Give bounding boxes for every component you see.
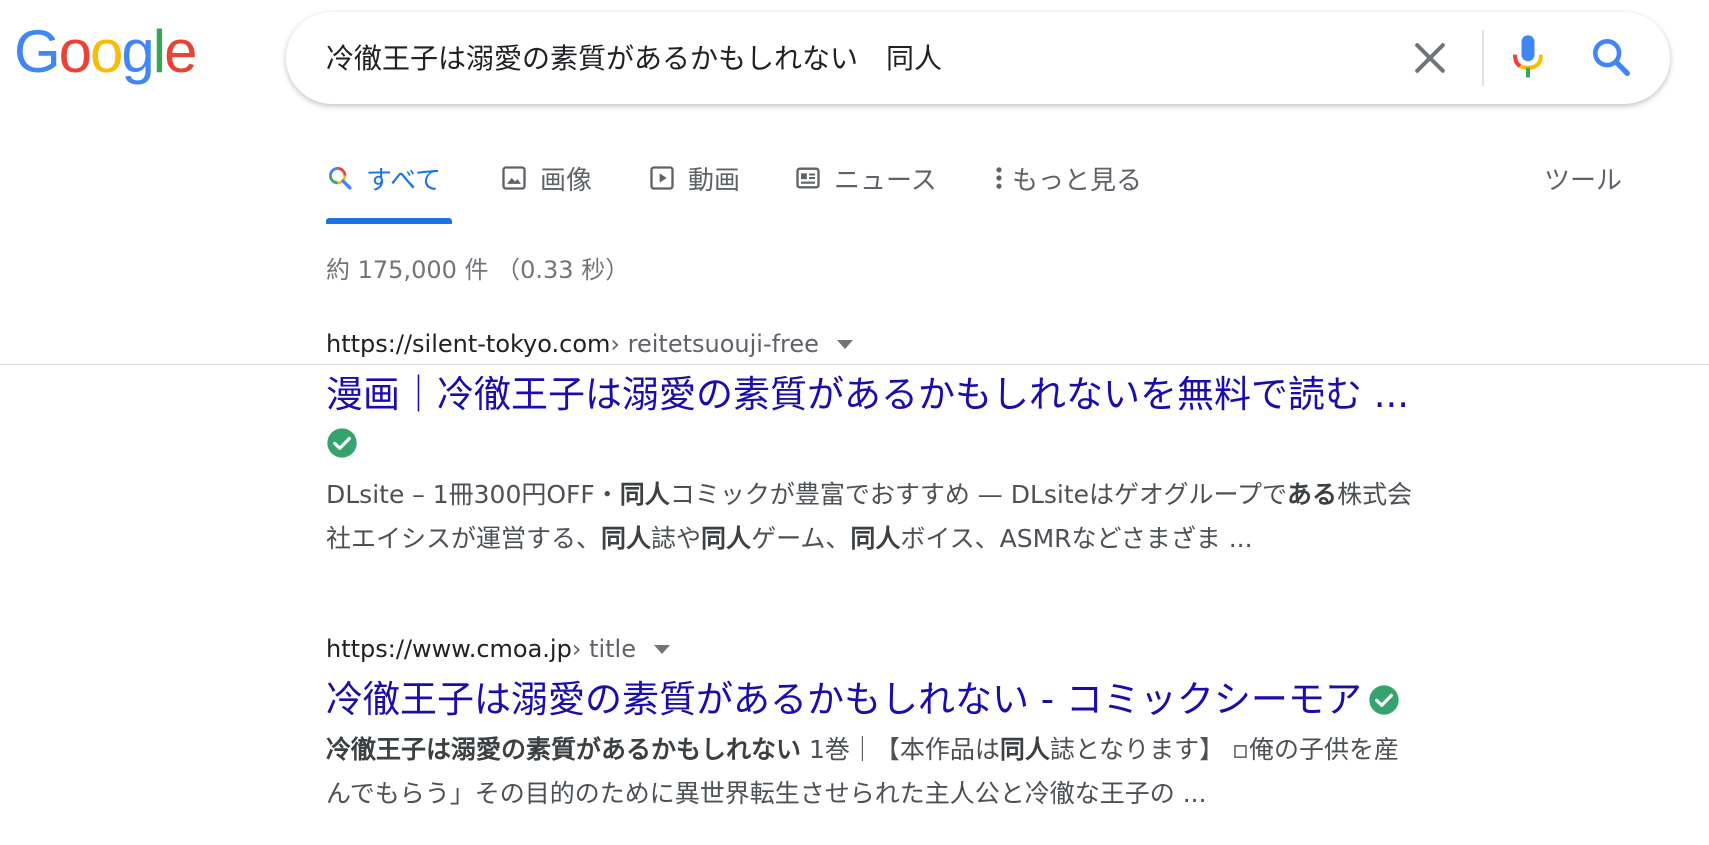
snippet-text: コミックが豊富でおすすめ — DLsiteはゲオグループで xyxy=(669,480,1288,509)
logo-letter: g xyxy=(121,18,154,85)
result-title-link[interactable]: 漫画｜冷徹王子は溺愛の素質があるかもしれないを無料で読む ... xyxy=(326,369,1566,421)
snippet-text: 1巻｜【本作品は xyxy=(801,735,1000,764)
snippet-text: んでもらう」その目的のために異世界転生させられた主人公と冷徹な王子の ... xyxy=(326,779,1207,808)
tab-label: 画像 xyxy=(540,165,593,196)
tab-label: もっと見る xyxy=(1012,165,1143,196)
snippet-line: んでもらう」その目的のために異世界転生させられた主人公と冷徹な王子の ... xyxy=(326,772,1566,816)
search-divider xyxy=(1482,30,1484,86)
snippet-text: 誌や xyxy=(651,524,702,553)
tab-label: 動画 xyxy=(688,165,741,196)
search-tabs: すべて 画像 動画 ニュース もっと見る ツール xyxy=(0,140,1709,365)
logo-letter: G xyxy=(14,18,61,85)
result-menu-caret-icon[interactable] xyxy=(654,644,670,654)
snippet-text: ゲーム、 xyxy=(751,524,851,553)
snippet-highlight: 同人 xyxy=(619,480,670,509)
result-menu-caret-icon[interactable] xyxy=(836,339,853,349)
snippet-highlight: 同人 xyxy=(601,524,652,553)
search-box xyxy=(286,12,1670,104)
result-title-link[interactable]: 冷徹王子は溺愛の素質があるかもしれない - コミックシーモア xyxy=(326,674,1362,726)
snippet-line: DLsite – 1冊300円OFF・同人コミックが豊富でおすすめ — DLsi… xyxy=(326,473,1566,517)
tab-videos[interactable]: 動画 xyxy=(648,158,740,198)
result-url-path: › reitetsuouji-free xyxy=(610,330,819,358)
tab-label: すべて xyxy=(366,165,442,196)
snippet-highlight: 同人 xyxy=(999,735,1050,764)
snippet-text: 株式会 xyxy=(1337,480,1413,509)
image-icon xyxy=(500,164,528,192)
tab-images[interactable]: 画像 xyxy=(500,158,592,198)
tools-button[interactable]: ツール xyxy=(1544,158,1622,198)
snippet-text: DLsite – 1冊300円OFF・ xyxy=(326,480,620,509)
more-vertical-icon xyxy=(994,164,1004,192)
result-snippet: DLsite – 1冊300円OFF・同人コミックが豊富でおすすめ — DLsi… xyxy=(326,473,1566,561)
result-url[interactable]: https://silent-tokyo.com xyxy=(326,330,610,358)
search-icon xyxy=(1592,38,1630,76)
result-stats: 約 175,000 件 （0.33 秒） xyxy=(326,256,630,284)
logo-letter: l xyxy=(152,18,166,85)
verified-check-icon xyxy=(327,428,357,458)
tab-label: ニュース xyxy=(834,165,937,196)
news-icon xyxy=(794,164,822,192)
verified-row xyxy=(326,421,1566,465)
search-result: https://www.cmoa.jp › title 冷徹王子は溺愛の素質があ… xyxy=(326,632,1566,816)
snippet-text: ボイス、ASMRなどさまざま ... xyxy=(900,524,1253,553)
active-tab-indicator xyxy=(326,218,452,224)
voice-search-button[interactable] xyxy=(1508,32,1548,84)
clear-search-button[interactable] xyxy=(1408,36,1452,80)
tab-more[interactable]: もっと見る xyxy=(994,158,1142,198)
result-snippet: 冷徹王子は溺愛の素質があるかもしれない 1巻｜【本作品は同人誌となります】 ▫俺… xyxy=(326,728,1566,816)
video-icon xyxy=(648,164,676,192)
result-cite: https://www.cmoa.jp › title xyxy=(326,632,1566,666)
google-logo[interactable]: Google xyxy=(14,18,198,85)
search-icon xyxy=(326,164,354,192)
tab-news[interactable]: ニュース xyxy=(794,158,937,198)
snippet-text: 社エイシスが運営する、 xyxy=(326,524,602,553)
snippet-line: 冷徹王子は溺愛の素質があるかもしれない 1巻｜【本作品は同人誌となります】 ▫俺… xyxy=(326,728,1566,772)
logo-letter: o xyxy=(90,18,123,85)
search-input[interactable] xyxy=(326,34,1366,80)
close-icon xyxy=(1415,43,1445,73)
microphone-icon xyxy=(1513,35,1543,78)
tab-all[interactable]: すべて xyxy=(326,158,441,198)
logo-letter: o xyxy=(58,18,92,85)
result-url[interactable]: https://www.cmoa.jp xyxy=(326,635,572,663)
snippet-highlight: 冷徹王子は溺愛の素質があるかもしれない xyxy=(326,735,802,764)
search-button[interactable] xyxy=(1588,34,1634,80)
snippet-highlight: 同人 xyxy=(701,524,752,553)
search-result: https://silent-tokyo.com › reitetsuouji-… xyxy=(326,327,1566,561)
snippet-line: 社エイシスが運営する、同人誌や同人ゲーム、同人ボイス、ASMRなどさまざま ..… xyxy=(326,517,1566,561)
result-cite: https://silent-tokyo.com › reitetsuouji-… xyxy=(326,327,1566,361)
logo-letter: e xyxy=(164,18,197,85)
snippet-highlight: ある xyxy=(1287,480,1338,509)
result-title-row: 冷徹王子は溺愛の素質があるかもしれない - コミックシーモア xyxy=(326,674,1566,726)
tools-label: ツール xyxy=(1544,165,1623,196)
snippet-text: 誌となります】 ▫俺の子供を産 xyxy=(1049,735,1400,764)
snippet-highlight: 同人 xyxy=(850,524,901,553)
verified-check-icon xyxy=(1369,685,1399,715)
result-url-path: › title xyxy=(571,635,636,663)
